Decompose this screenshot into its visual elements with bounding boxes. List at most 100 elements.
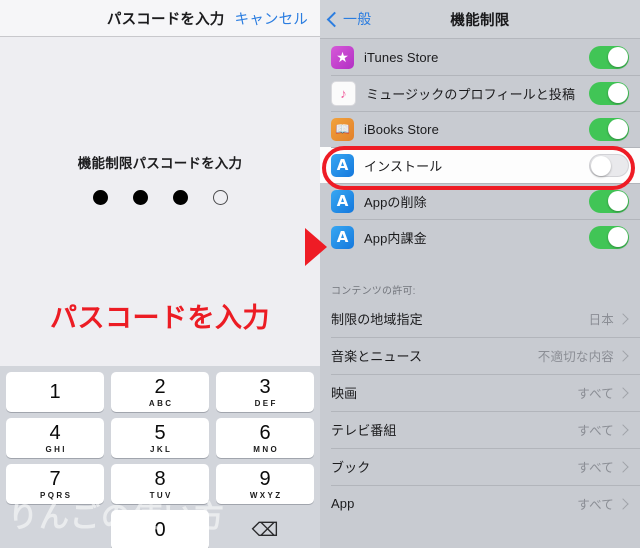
ibooks-book-icon: 📖 [331,117,354,141]
backspace-icon: ⌫ [251,519,279,541]
keypad-spacer [6,510,104,548]
itunes-star-icon: ★ [331,45,354,69]
passcode-dot-filled [172,190,188,205]
restrictions-navbar: 一般 [320,0,640,39]
music-note-icon: ♪ [331,80,356,106]
toggle-row-delete-apps[interactable]: A Appの削除 [320,183,640,219]
key-number: 5 [154,421,166,444]
toggle-switch[interactable] [589,81,629,105]
row-label: テレビ番組 [331,423,397,438]
toggle-knob [607,47,628,67]
keypad-row: 4 GHI 5 JKL 6 MNO [0,418,320,458]
passcode-dot-filled [132,190,148,205]
chevron-right-icon [617,312,629,325]
toggle-switch[interactable] [589,225,629,249]
row-label: Appの削除 [364,194,427,210]
key-4[interactable]: 4 GHI [6,418,104,458]
key-1[interactable]: 1 [6,372,104,412]
cancel-button[interactable]: キャンセル [235,8,309,29]
callout-text: パスコードを入力 [50,303,270,333]
row-value: 不適切な内容 [537,350,614,364]
key-letters: GHI [45,444,67,454]
key-3[interactable]: 3 DEF [216,372,314,412]
toggle-switch[interactable] [589,117,629,141]
key-0[interactable]: 0 [111,510,209,548]
key-number: 9 [259,467,271,490]
key-8[interactable]: 8 TUV [111,464,209,504]
passcode-dot-filled [92,190,108,205]
section-header: コンテンツの許可: [320,275,640,300]
key-number: 7 [49,467,61,490]
key-number: 8 [154,467,166,490]
nav-row-tv-shows[interactable]: テレビ番組 すべて [320,411,640,448]
delete-key[interactable]: ⌫ [216,510,314,548]
passcode-prompt: 機能制限パスコードを入力 [77,156,243,171]
toggle-row-in-app-purchase[interactable]: A App内課金 [320,219,640,255]
row-label: 映画 [331,386,358,401]
nav-row-region[interactable]: 制限の地域指定 日本 [320,300,640,337]
nav-row-music-news[interactable]: 音楽とニュース 不適切な内容 [320,337,640,374]
toggle-knob [607,119,628,139]
section-gap [320,255,640,275]
toggle-knob [607,191,628,211]
toggle-row-install[interactable]: A インストール [320,147,640,183]
row-label: App [331,496,355,511]
passcode-dot-empty [212,190,228,205]
chevron-right-icon [617,349,629,362]
chevron-left-icon [326,11,343,27]
row-value: すべて [577,387,614,401]
key-9[interactable]: 9 WXYZ [216,464,314,504]
toggle-row-itunes-store[interactable]: ★ iTunes Store [320,39,640,75]
numeric-keypad: 1 2 ABC 3 DEF 4 GHI 5 JKL 6 MNO 7 PQRS 8… [0,366,320,548]
key-7[interactable]: 7 PQRS [6,464,104,504]
toggle-row-music-profile[interactable]: ♪ ミュージックのプロフィールと投稿 [320,75,640,111]
key-letters: MNO [253,444,280,454]
app-store-icon: A [331,153,354,177]
row-label: ミュージックのプロフィールと投稿 [366,86,576,102]
chevron-right-icon [617,386,629,399]
app-store-icon: A [331,225,354,249]
nav-row-books[interactable]: ブック すべて [320,448,640,485]
toggle-switch[interactable] [589,189,629,213]
passcode-navbar: パスコードを入力 キャンセル [0,0,320,37]
keypad-row: 1 2 ABC 3 DEF [0,366,320,412]
row-value: 日本 [588,313,614,327]
key-number: 3 [259,375,271,398]
key-2[interactable]: 2 ABC [111,372,209,412]
back-button[interactable]: 一般 [326,9,371,29]
toggle-switch[interactable] [589,153,629,177]
chevron-right-icon [617,423,629,436]
chevron-right-icon [617,460,629,473]
key-letters: ABC [148,398,174,408]
toggle-switch[interactable] [589,45,629,69]
red-arrow-annotation [305,228,327,266]
key-number: 1 [49,381,61,403]
toggle-row-ibooks-store[interactable]: 📖 iBooks Store [320,111,640,147]
row-value: すべて [577,424,614,438]
row-label: 制限の地域指定 [331,312,423,327]
toggle-knob [591,155,611,176]
row-value: すべて [577,498,614,512]
keypad-row: 0 ⌫ [0,510,320,548]
row-label: 音楽とニュース [331,349,423,364]
row-label: App内課金 [364,230,427,246]
restrictions-list: ★ iTunes Store ♪ ミュージックのプロフィールと投稿 📖 iBoo… [320,39,640,522]
key-5[interactable]: 5 JKL [111,418,209,458]
passcode-navbar-title: パスコードを入力 [106,11,225,28]
key-number: 6 [259,421,271,444]
passcode-dots [0,190,320,205]
key-number: 4 [49,421,61,444]
keypad-row: 7 PQRS 8 TUV 9 WXYZ [0,464,320,504]
nav-row-movies[interactable]: 映画 すべて [320,374,640,411]
row-label: iTunes Store [364,49,439,65]
toggle-knob [607,83,628,103]
key-6[interactable]: 6 MNO [216,418,314,458]
key-letters: PQRS [40,490,73,500]
row-label: ブック [331,460,371,475]
nav-row-app[interactable]: App すべて [320,485,640,522]
key-number: 2 [154,375,166,398]
toggle-knob [607,227,628,247]
key-letters: JKL [150,444,173,454]
app-store-icon: A [331,189,354,213]
row-value: すべて [577,461,614,475]
